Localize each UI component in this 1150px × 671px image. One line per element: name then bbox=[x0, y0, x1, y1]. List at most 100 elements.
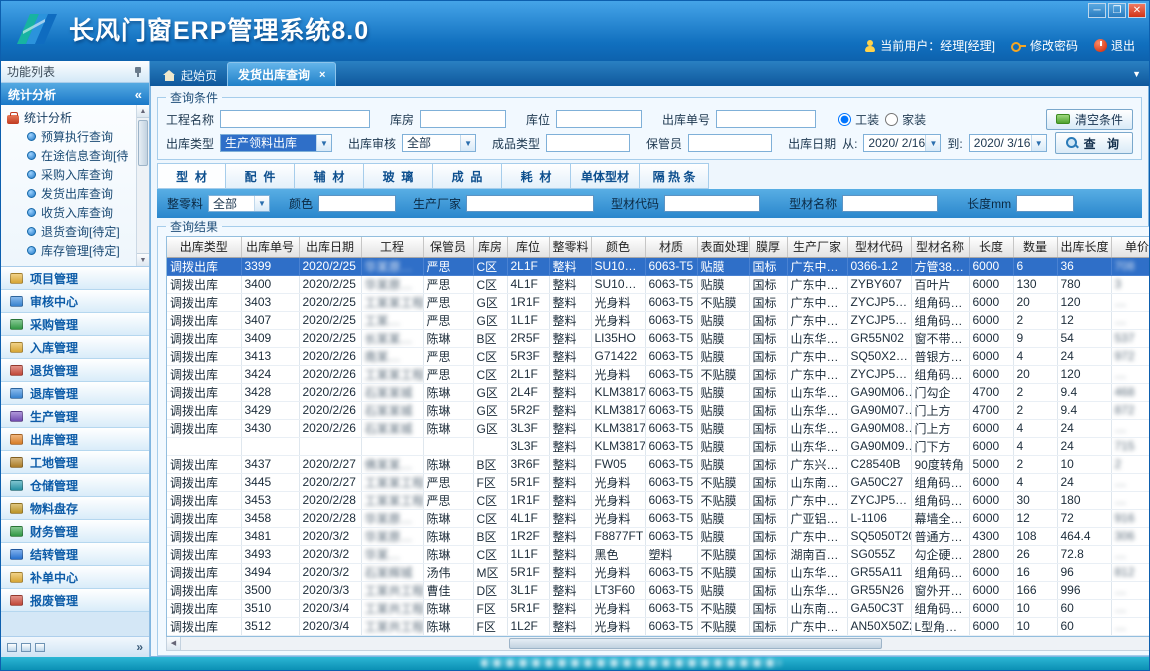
collapse-icon[interactable]: « bbox=[135, 87, 142, 102]
sidebar-section-header[interactable]: 统计分析 « bbox=[1, 83, 149, 105]
sidebar-item-stocktake[interactable]: 物料盘存 bbox=[1, 497, 149, 520]
column-header[interactable]: 单价 bbox=[1111, 237, 1150, 257]
date-from-select[interactable]: 2020/ 2/16 ▼ bbox=[863, 134, 941, 152]
chevron-down-icon[interactable]: ▼ bbox=[1132, 69, 1141, 79]
material-tab-2[interactable]: 辅 材 bbox=[295, 163, 364, 189]
radio-jiazhuang[interactable]: 家装 bbox=[885, 111, 926, 128]
profile-code-input[interactable] bbox=[664, 195, 760, 212]
sidebar-item-project[interactable]: 项目管理 bbox=[1, 267, 149, 290]
sidebar-item-site[interactable]: 工地管理 bbox=[1, 451, 149, 474]
table-row[interactable]: 调拨出库34372020/2/27佛某某…陈琳B区3R6F整料FW056063-… bbox=[167, 455, 1150, 473]
search-button[interactable]: 查 询 bbox=[1055, 132, 1133, 154]
sidebar-item-warehouse-out[interactable]: 出库管理 bbox=[1, 428, 149, 451]
column-header[interactable]: 出库长度 bbox=[1057, 237, 1111, 257]
column-header[interactable]: 整零料 bbox=[549, 237, 591, 257]
radio-gongzhuang[interactable]: 工装 bbox=[838, 111, 879, 128]
warehouse-input[interactable] bbox=[420, 110, 506, 128]
tree-item[interactable]: 采购入库查询 bbox=[7, 165, 135, 184]
sidebar-item-storage[interactable]: 仓储管理 bbox=[1, 474, 149, 497]
radio-gongzhuang-input[interactable] bbox=[838, 113, 851, 126]
table-row[interactable]: 调拨出库34812020/3/2华某原…陈琳B区1R2F整料F8877FT606… bbox=[167, 527, 1150, 545]
table-row[interactable]: 调拨出库34942020/3/2石某辉城汤伟M区5R1F整料光身料6063-T5… bbox=[167, 563, 1150, 581]
audit-select[interactable]: 全部 ▼ bbox=[402, 134, 476, 152]
table-row[interactable]: 调拨出库34532020/2/28工某某工程严思C区1R1F整料光身料6063-… bbox=[167, 491, 1150, 509]
material-tab-7[interactable]: 隔 热 条 bbox=[640, 163, 709, 189]
sidebar-item-audit[interactable]: 审核中心 bbox=[1, 290, 149, 313]
table-row[interactable]: 调拨出库34092020/2/25长某某…陈琳B区2R5F整料LI35HO606… bbox=[167, 329, 1150, 347]
list-view-icon[interactable] bbox=[7, 643, 17, 652]
tree-item[interactable]: 在途信息查询[待 bbox=[7, 146, 135, 165]
sidebar-item-supplement[interactable]: 补单中心 bbox=[1, 566, 149, 589]
tree-item[interactable]: 发货出库查询 bbox=[7, 184, 135, 203]
column-header[interactable]: 膜厚 bbox=[749, 237, 787, 257]
tab-close-icon[interactable]: × bbox=[319, 69, 325, 81]
location-input[interactable] bbox=[556, 110, 642, 128]
project-name-input[interactable] bbox=[220, 110, 370, 128]
minimize-button[interactable]: ─ bbox=[1088, 3, 1106, 18]
change-password-link[interactable]: 修改密码 bbox=[1011, 37, 1078, 54]
column-header[interactable]: 数量 bbox=[1013, 237, 1057, 257]
column-header[interactable]: 生产厂家 bbox=[787, 237, 847, 257]
column-header[interactable]: 出库单号 bbox=[241, 237, 299, 257]
table-row[interactable]: 调拨出库35122020/3/4工某共工程陈琳F区1L2F整料光身料6063-T… bbox=[167, 617, 1150, 635]
sidebar-item-return-goods[interactable]: 退货管理 bbox=[1, 359, 149, 382]
sidebar-item-warehouse-in[interactable]: 入库管理 bbox=[1, 336, 149, 359]
table-row[interactable]: 调拨出库33992020/2/25华某原…严思C区2L1F整料SU10…6063… bbox=[167, 257, 1150, 275]
tree-item[interactable]: 预算执行查询 bbox=[7, 127, 135, 146]
material-tab-5[interactable]: 耗 材 bbox=[502, 163, 571, 189]
grid-view-icon[interactable] bbox=[21, 643, 31, 652]
table-row[interactable]: 调拨出库34072020/2/25工某…严思G区1L1F整料光身料6063-T5… bbox=[167, 311, 1150, 329]
product-type-input[interactable] bbox=[546, 134, 630, 152]
maximize-button[interactable]: ❐ bbox=[1108, 3, 1126, 18]
sidebar-item-return-stock[interactable]: 退库管理 bbox=[1, 382, 149, 405]
chevron-down-icon[interactable]: ▼ bbox=[460, 135, 475, 151]
scroll-down-icon[interactable]: ▼ bbox=[137, 253, 149, 266]
scroll-up-icon[interactable]: ▲ bbox=[137, 105, 149, 118]
material-tab-0[interactable]: 型 材 bbox=[157, 163, 226, 189]
tree-scrollbar[interactable]: ▲ ▼ bbox=[136, 105, 149, 266]
table-row[interactable]: 调拨出库34292020/2/26石某某城陈琳G区5R2F整料KLM381760… bbox=[167, 401, 1150, 419]
table-row[interactable]: 调拨出库34242020/2/26工某某工程严思C区2L1F整料光身料6063-… bbox=[167, 365, 1150, 383]
scrollbar-thumb[interactable] bbox=[138, 120, 148, 166]
clear-conditions-button[interactable]: 清空条件 bbox=[1046, 109, 1133, 130]
outbound-type-select[interactable]: 生产领料出库 ▼ bbox=[220, 134, 332, 152]
whole-part-select[interactable]: 全部 ▼ bbox=[208, 195, 270, 212]
column-header[interactable]: 库房 bbox=[473, 237, 507, 257]
more-buttons-icon[interactable]: » bbox=[136, 640, 143, 654]
scroll-left-icon[interactable]: ◀ bbox=[167, 637, 181, 650]
length-input[interactable] bbox=[1016, 195, 1074, 212]
close-button[interactable]: ✕ bbox=[1128, 3, 1146, 18]
table-row[interactable]: 调拨出库34132020/2/26南某…严思C区5R3F整料G714226063… bbox=[167, 347, 1150, 365]
column-header[interactable]: 长度 bbox=[969, 237, 1013, 257]
table-row[interactable]: 调拨出库35102020/3/4工某共工程陈琳F区5R1F整料光身料6063-T… bbox=[167, 599, 1150, 617]
column-header[interactable]: 工程 bbox=[361, 237, 423, 257]
table-row[interactable]: 调拨出库34282020/2/26石某某城陈琳G区2L4F整料KLM381760… bbox=[167, 383, 1150, 401]
material-tab-3[interactable]: 玻 璃 bbox=[364, 163, 433, 189]
sidebar-item-production[interactable]: 生产管理 bbox=[1, 405, 149, 428]
column-header[interactable]: 型材名称 bbox=[911, 237, 969, 257]
column-header[interactable]: 材质 bbox=[645, 237, 697, 257]
date-to-select[interactable]: 2020/ 3/16 ▼ bbox=[969, 134, 1047, 152]
column-header[interactable]: 颜色 bbox=[591, 237, 645, 257]
horizontal-scrollbar[interactable]: ◀ ▶ bbox=[166, 637, 1150, 651]
profile-name-input[interactable] bbox=[842, 195, 938, 212]
tree-item[interactable]: 收货入库查询 bbox=[7, 203, 135, 222]
table-row[interactable]: 调拨出库34002020/2/25华某原…严思C区4L1F整料SU10…6063… bbox=[167, 275, 1150, 293]
table-row[interactable]: 调拨出库34032020/2/25工某某工程严思G区1R1F整料光身料6063-… bbox=[167, 293, 1150, 311]
table-row[interactable]: 调拨出库34582020/2/28华某原…陈琳C区4L1F整料光身料6063-T… bbox=[167, 509, 1150, 527]
color-input[interactable] bbox=[318, 195, 396, 212]
order-no-input[interactable] bbox=[716, 110, 816, 128]
tree-item[interactable]: 退货查询[待定] bbox=[7, 222, 135, 241]
column-header[interactable]: 库位 bbox=[507, 237, 549, 257]
tree-root[interactable]: 统计分析 bbox=[7, 108, 135, 127]
material-tab-6[interactable]: 单体型材 bbox=[571, 163, 640, 189]
table-row[interactable]: 调拨出库34302020/2/26石某某城陈琳G区3L3F整料KLM381760… bbox=[167, 419, 1150, 437]
window-view-icon[interactable] bbox=[35, 643, 45, 652]
radio-jiazhuang-input[interactable] bbox=[885, 113, 898, 126]
chevron-down-icon[interactable]: ▼ bbox=[1031, 135, 1046, 151]
table-row[interactable]: 调拨出库34932020/3/2华某…陈琳C区1L1F整料黑色塑料不贴膜国标湖南… bbox=[167, 545, 1150, 563]
chevron-down-icon[interactable]: ▼ bbox=[925, 135, 940, 151]
tab-home[interactable]: 起始页 bbox=[153, 64, 227, 86]
column-header[interactable]: 出库日期 bbox=[299, 237, 361, 257]
hscrollbar-thumb[interactable] bbox=[509, 638, 882, 649]
